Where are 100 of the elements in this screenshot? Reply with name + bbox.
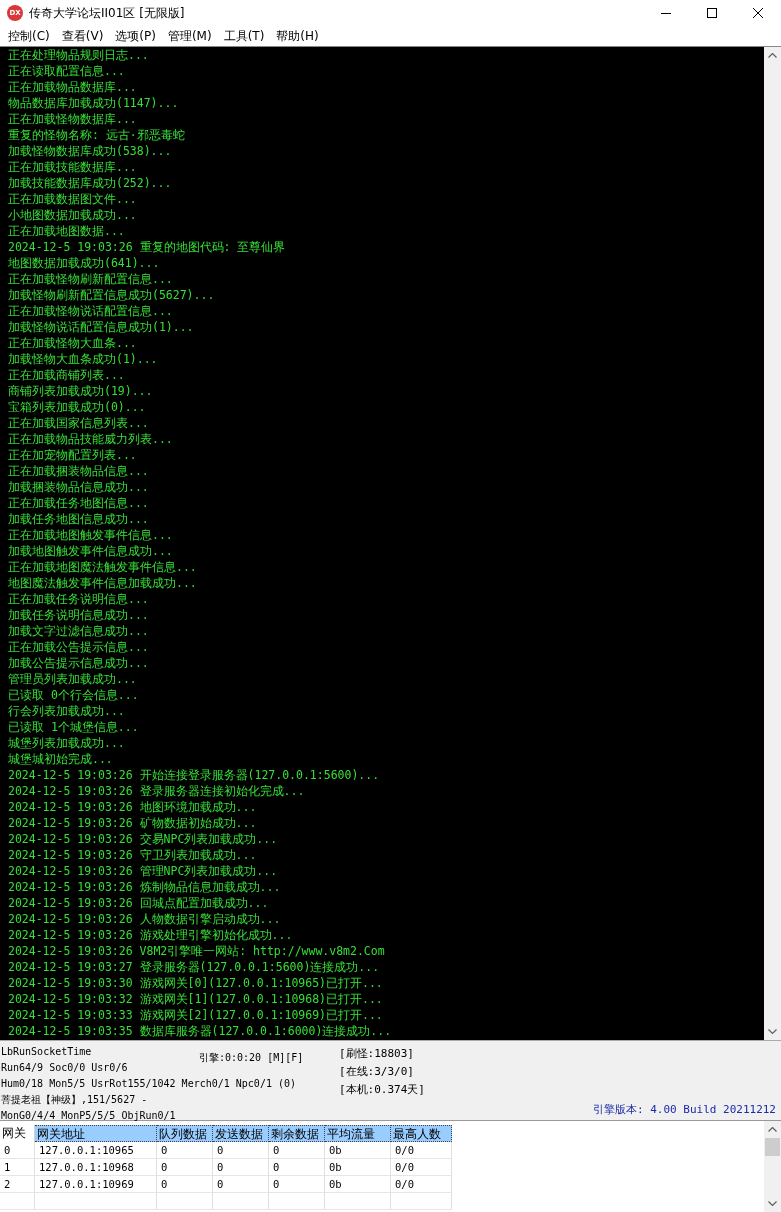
log-line: 2024-12-5 19:03:26 管理NPC列表加载成功... — [8, 863, 278, 879]
log-line: 2024-12-5 19:03:26 矿物数据初始成功... — [8, 815, 257, 831]
scroll-up-icon[interactable] — [768, 53, 777, 58]
log-line: 2024-12-5 19:03:26 地图环境加载成功... — [8, 799, 257, 815]
log-line: 地图数据加载成功(641)... — [8, 255, 160, 271]
table-cell: 0 — [213, 1142, 269, 1159]
table-cell: 0/0 — [391, 1159, 452, 1176]
log-line: 正在加载公告提示信息... — [8, 639, 149, 655]
menu-item[interactable]: 控制(C) — [2, 27, 56, 45]
log-line: 正在加载怪物大血条... — [8, 335, 137, 351]
log-line: 正在加载怪物刷新配置信息... — [8, 271, 173, 287]
status-text: MonG0/4/4 MonP5/5/5 ObjRun0/1 — [1, 1109, 176, 1123]
menu-item[interactable]: 工具(T) — [217, 27, 271, 45]
log-line: 2024-12-5 19:03:26 游戏处理引擎初始化成功... — [8, 927, 293, 943]
log-line: 2024-12-5 19:03:26 V8M2引擎唯一网站: http://www.v8m2.Com — [8, 943, 385, 959]
log-line: 正在加载地图触发事件信息... — [8, 527, 173, 543]
window-title: 传奇大学论坛II01区 [无限版] — [29, 4, 186, 22]
log-line: 2024-12-5 19:03:26 登录服务器连接初始化完成... — [8, 783, 305, 799]
table-cell: 0 — [269, 1159, 325, 1176]
log-line: 行会列表加载成功... — [8, 703, 125, 719]
scroll-thumb[interactable] — [765, 1138, 780, 1156]
minimize-icon[interactable] — [661, 12, 671, 14]
menu-item[interactable]: 管理(M) — [161, 27, 218, 45]
log-line: 正在加载数据图文件... — [8, 191, 137, 207]
table-cell: 0b — [325, 1142, 391, 1159]
log-line: 2024-12-5 19:03:26 回城点配置加载成功... — [8, 895, 269, 911]
log-line: 重复的怪物名称: 远古·邪恶毒蛇 — [8, 127, 185, 143]
log-line: 加载怪物刷新配置信息成功(5627)... — [8, 287, 215, 303]
table-cell: 0 — [157, 1159, 213, 1176]
table-cell: 0b — [325, 1159, 391, 1176]
log-line: 2024-12-5 19:03:26 炼制物品信息加载成功... — [8, 879, 281, 895]
table-cell: 2 — [0, 1176, 35, 1193]
log-line: 加载怪物说话配置信息成功(1)... — [8, 319, 194, 335]
log-line: 已读取 1个城堡信息... — [8, 719, 139, 735]
log-line: 2024-12-5 19:03:26 交易NPC列表加载成功... — [8, 831, 278, 847]
scrollbar[interactable] — [764, 47, 781, 1040]
maximize-icon[interactable] — [707, 8, 717, 18]
log-line: 正在加载国家信息列表... — [8, 415, 149, 431]
log-line: 正在加载地图魔法触发事件信息... — [8, 559, 197, 575]
log-line: 已读取 0个行会信息... — [8, 687, 139, 703]
log-line: 正在加载物品数据库... — [8, 79, 137, 95]
log-line: 加载文字过滤信息成功... — [8, 623, 149, 639]
log-line: 加载怪物大血条成功(1)... — [8, 351, 158, 367]
scrollbar[interactable] — [764, 1121, 781, 1212]
log-line: 正在加载怪物数据库... — [8, 111, 137, 127]
table-cell: 127.0.0.1:10965 — [35, 1142, 157, 1159]
scroll-down-icon[interactable] — [768, 1029, 777, 1034]
column-header[interactable]: 发送数据 — [213, 1125, 269, 1142]
log-line: 城堡列表加载成功... — [8, 735, 125, 751]
log-line: 城堡城初始完成... — [8, 751, 113, 767]
table-cell: 127.0.0.1:10969 — [35, 1176, 157, 1193]
column-header[interactable]: 最高人数 — [391, 1125, 452, 1142]
table-cell: 0b — [325, 1176, 391, 1193]
log-line: 正在加宠物配置列表... — [8, 447, 137, 463]
log-line: 2024-12-5 19:03:26 人物数据引擎启动成功... — [8, 911, 281, 927]
status-text: Run64/9 Soc0/0 Usr0/6 — [1, 1061, 128, 1075]
log-line: 加载任务地图信息成功... — [8, 511, 149, 527]
table-cell: 0/0 — [391, 1176, 452, 1193]
menu-item[interactable]: 查看(V) — [55, 27, 110, 45]
log-line: 加载怪物数据库成功(538)... — [8, 143, 172, 159]
log-line: 加载地图触发事件信息成功... — [8, 543, 173, 559]
column-header[interactable]: 网关地址 — [35, 1125, 157, 1142]
log-line: 正在加载物品技能威力列表... — [8, 431, 173, 447]
table-cell: 1 — [0, 1159, 35, 1176]
column-header[interactable]: 剩余数据 — [269, 1125, 325, 1142]
log-line: 正在处理物品规则日志... — [8, 47, 149, 63]
log-line: 加载公告提示信息成功... — [8, 655, 149, 671]
log-line: 加载任务说明信息成功... — [8, 607, 149, 623]
table-cell: 127.0.0.1:10968 — [35, 1159, 157, 1176]
log-line: 加载技能数据库成功(252)... — [8, 175, 172, 191]
log-line: 宝箱列表加载成功(0)... — [8, 399, 146, 415]
log-line: 正在加载捆装物品信息... — [8, 463, 149, 479]
column-header[interactable]: 队列数据 — [157, 1125, 213, 1142]
column-header[interactable]: 平均流量 — [325, 1125, 391, 1142]
status-counter: [在线:3/3/0] — [339, 1064, 414, 1080]
status-text: Hum0/18 Mon5/5 UsrRot155/1042 Merch0/1 Npc0/1 (0) — [1, 1077, 296, 1091]
engine-version: 引擎版本: 4.00 Build 20211212 — [592, 1102, 776, 1117]
log-line: 小地图数据加载成功... — [8, 207, 137, 223]
log-line: 加载捆装物品信息成功... — [8, 479, 149, 495]
close-icon[interactable] — [753, 8, 763, 18]
menu-item[interactable]: 帮助(H) — [270, 27, 325, 45]
table-cell: 0 — [269, 1142, 325, 1159]
table-cell: 0 — [213, 1159, 269, 1176]
log-line: 正在加载技能数据库... — [8, 159, 137, 175]
table-cell: 0/0 — [391, 1142, 452, 1159]
status-text: 菩提老祖【神级】,151/5627 - — [1, 1093, 148, 1107]
scroll-down-icon[interactable] — [768, 1201, 777, 1206]
table-cell: 0 — [213, 1176, 269, 1193]
log-line: 正在加载地图数据... — [8, 223, 125, 239]
status-text: LbRunSocketTime — [1, 1045, 92, 1059]
log-line: 2024-12-5 19:03:32 游戏网关[1](127.0.0.1:10968)已打开... — [8, 991, 383, 1007]
log-line: 2024-12-5 19:03:33 游戏网关[2](127.0.0.1:10969)已打开... — [8, 1007, 383, 1023]
engine-uptime: 引擎:0:0:20 [M][F] — [199, 1052, 304, 1063]
table-cell: 0 — [157, 1176, 213, 1193]
log-line: 2024-12-5 19:03:26 重复的地图代码: 至尊仙界 — [8, 239, 286, 255]
scroll-up-icon[interactable] — [768, 1127, 777, 1132]
status-counter: [本机:0.374天] — [339, 1082, 425, 1098]
log-line: 2024-12-5 19:03:30 游戏网关[0](127.0.0.1:10965)已打开... — [8, 975, 383, 991]
menu-item[interactable]: 选项(P) — [109, 27, 162, 45]
log-line: 2024-12-5 19:03:27 登录服务器(127.0.0.1:5600)连接成功... — [8, 959, 380, 975]
